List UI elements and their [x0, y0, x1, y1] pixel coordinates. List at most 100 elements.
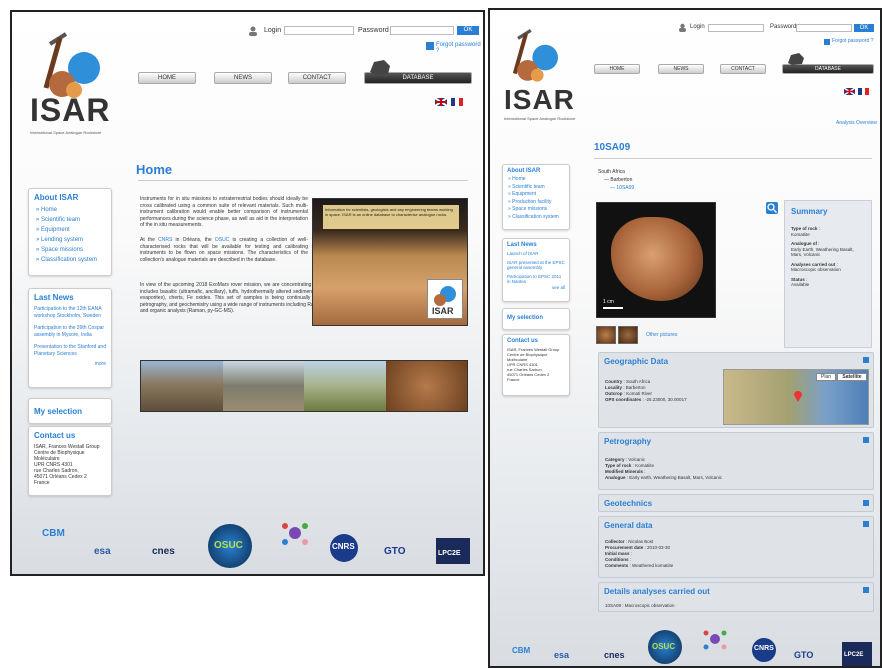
sidebar-item-missions[interactable]: » Space missions — [508, 206, 569, 214]
details-title[interactable]: Details analyses carried out — [604, 587, 868, 596]
osuc-logo[interactable]: OSUC — [648, 630, 682, 664]
intro-paragraph: Instruments for in situ missions to extr… — [140, 196, 308, 228]
general-title[interactable]: General data — [604, 521, 868, 530]
map-satellite-button[interactable]: Satellite — [837, 373, 867, 381]
fr-flag-icon[interactable] — [451, 98, 463, 106]
network-logo[interactable] — [280, 518, 310, 548]
map-widget[interactable]: Plan Satellite — [723, 369, 869, 425]
geo-title[interactable]: Geographic Data — [604, 357, 868, 366]
nav-home[interactable]: HOME — [594, 64, 640, 74]
cnrs-link[interactable]: CNRS — [158, 237, 172, 243]
landscape-photo — [222, 361, 304, 411]
cnrs-logo[interactable]: CNRS — [330, 534, 358, 562]
password-input[interactable] — [390, 26, 454, 35]
collapse-icon[interactable] — [863, 587, 869, 593]
analyses-link[interactable]: Analysis Overview — [836, 120, 877, 126]
cbm-logo[interactable]: CBM — [42, 528, 65, 539]
about-title: About ISAR — [34, 193, 79, 202]
my-selection-link[interactable]: My selection — [507, 315, 565, 321]
nav-contact[interactable]: CONTACT — [720, 64, 766, 74]
sidebar-item-classification[interactable]: » Classification system — [508, 214, 569, 222]
rock-specimen — [611, 217, 703, 301]
fr-flag-icon[interactable] — [858, 88, 869, 95]
geotechnics-section[interactable]: Geotechnics — [598, 494, 874, 512]
selection-panel[interactable]: My selection — [502, 308, 570, 330]
map-plan-button[interactable]: Plan — [816, 373, 836, 381]
news-item[interactable]: Participation to the 39th Cospar assembl… — [34, 325, 106, 339]
osuc-link[interactable]: OSUC — [215, 237, 229, 243]
collapse-icon[interactable] — [863, 437, 869, 443]
nav-news[interactable]: NEWS — [214, 72, 272, 84]
forgot-password-link[interactable]: Forgot password ? — [832, 38, 873, 44]
esa-logo[interactable]: esa — [94, 546, 111, 557]
breadcrumb-locality[interactable]: — Barberton — [604, 176, 634, 184]
thumbnail-1[interactable] — [596, 326, 616, 344]
en-flag-icon[interactable] — [435, 98, 447, 106]
login-input[interactable] — [284, 26, 354, 35]
nav-home[interactable]: HOME — [138, 72, 196, 84]
selection-panel[interactable]: My selection — [28, 398, 112, 424]
login-input[interactable] — [708, 24, 764, 32]
rock-icon — [786, 52, 806, 66]
geochem-title[interactable]: Geotechnics — [604, 499, 868, 508]
sidebar-item-home[interactable]: » Home — [508, 176, 569, 184]
sidebar-item-team[interactable]: » Scientific team — [36, 215, 111, 225]
sidebar-item-lending[interactable]: » Lending system — [36, 235, 111, 245]
sidebar-item-equipment[interactable]: » Equipment — [36, 225, 111, 235]
forgot-icon — [426, 42, 434, 50]
network-logo[interactable] — [702, 626, 728, 652]
password-label: Password — [770, 24, 797, 30]
news-item[interactable]: ISAR presented at the EPSC general assem… — [507, 260, 565, 271]
lpc2e-logo[interactable]: LPC2E — [436, 538, 470, 564]
forgot-password-link[interactable]: Forgot password ? — [436, 42, 483, 54]
about-panel: About ISAR » Home » Scientific team » Eq… — [502, 164, 570, 230]
login-ok-button[interactable]: OK — [457, 26, 479, 35]
collapse-icon[interactable] — [863, 357, 869, 363]
cnes-logo[interactable]: cnes — [604, 650, 625, 660]
en-flag-icon[interactable] — [844, 88, 855, 95]
news-item[interactable]: Presentation to the Stanford and Planeta… — [34, 344, 106, 358]
sidebar-item-equipment[interactable]: » Equipment — [508, 191, 569, 199]
password-input[interactable] — [796, 24, 852, 32]
search-icon[interactable] — [766, 202, 778, 214]
about-panel: About ISAR » Home » Scientific team » Eq… — [28, 188, 112, 276]
news-item[interactable]: Participation to the 12th EANA workshop … — [34, 306, 106, 320]
sidebar-item-missions[interactable]: » Space missions — [36, 245, 111, 255]
sample-image[interactable]: 1 cm — [596, 202, 716, 318]
isar-logo[interactable] — [502, 24, 566, 88]
breadcrumb-country[interactable]: South Africa — [598, 168, 634, 176]
sidebar-item-team[interactable]: » Scientific team — [508, 184, 569, 192]
my-selection-link[interactable]: My selection — [34, 407, 106, 416]
lpc2e-logo[interactable]: LPC2E — [842, 642, 872, 666]
nav-contact[interactable]: CONTACT — [288, 72, 346, 84]
petro-title[interactable]: Petrography — [604, 437, 868, 446]
sidebar-item-home[interactable]: » Home — [36, 205, 111, 215]
sidebar-item-classification[interactable]: » Classification system — [36, 255, 111, 265]
news-more-link[interactable]: see all — [507, 285, 565, 291]
general-rows: Collector : Nicolas Bost Procurement dat… — [605, 539, 674, 568]
cnrs-logo[interactable]: CNRS — [752, 638, 776, 662]
login-ok-button[interactable]: OK — [854, 24, 874, 32]
nav-news[interactable]: NEWS — [658, 64, 704, 74]
breadcrumb-sample[interactable]: — 10SA09 — [610, 184, 634, 192]
esa-logo[interactable]: esa — [554, 650, 569, 660]
contact-line: France — [507, 377, 520, 382]
gto-logo[interactable]: GTO — [794, 650, 813, 660]
thumbnail-2[interactable] — [618, 326, 638, 344]
osuc-logo[interactable]: OSUC — [208, 524, 252, 568]
forgot-icon — [824, 39, 830, 45]
collapse-icon[interactable] — [863, 521, 869, 527]
gto-logo[interactable]: GTO — [384, 546, 405, 557]
cbm-logo[interactable]: CBM — [512, 646, 530, 655]
expand-icon[interactable] — [863, 500, 869, 506]
title-divider — [138, 180, 468, 181]
news-item[interactable]: Participation to EPSC 2011 in Nantes — [507, 274, 565, 285]
news-more-link[interactable]: more — [34, 361, 106, 368]
other-pictures-link[interactable]: Other pictures — [646, 332, 677, 338]
cnes-logo[interactable]: cnes — [152, 546, 175, 557]
sidebar-item-production[interactable]: » Production facility — [508, 199, 569, 207]
map-marker-icon[interactable] — [794, 390, 802, 402]
sample-title: 10SA09 — [594, 142, 631, 153]
page-title: Home — [136, 162, 173, 177]
news-item[interactable]: Launch of ISAR — [507, 251, 565, 257]
